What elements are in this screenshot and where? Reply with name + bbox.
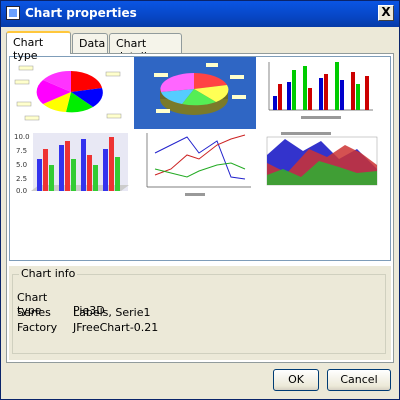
chart-properties-dialog: Chart properties X Chart type Data Chart… [0,0,400,400]
ok-button[interactable]: OK [273,369,319,391]
bar3d-chart-thumbnail: 10.0 7.5 5.0 2.5 0.0 [14,133,129,195]
chart-info-row: Factory JFreeChart-0.21 [17,321,158,334]
cancel-button[interactable]: Cancel [327,369,391,391]
pie-chart-thumbnail [14,65,122,121]
chart-type-list: 10.0 7.5 5.0 2.5 0.0 [9,56,391,261]
chart-info-legend: Chart info [19,267,78,280]
tick-label: 0.0 [16,187,27,195]
factory-key: Factory [17,321,58,334]
tab-data[interactable]: Data [72,33,108,53]
close-button[interactable]: X [378,5,394,21]
tab-chart-type[interactable]: Chart type [6,31,71,62]
series-key: Series [17,306,51,319]
pie3d-chart-thumbnail [154,63,246,115]
bar-chart-thumbnail [268,62,373,119]
tick-label: 7.5 [16,147,27,155]
chart-info-group: Chart info Chart type Pie3D Series Labels,… [12,267,386,354]
tick-label: 10.0 [14,133,30,141]
tab-panel: 10.0 7.5 5.0 2.5 0.0 Chart info Chart ty… [6,53,394,363]
chart-type-pie3d[interactable] [134,57,256,129]
chart-type-area[interactable] [261,129,381,199]
chart-info-row: Series Labels, Serie1 [17,306,151,319]
tick-label: 5.0 [16,161,27,169]
chart-info-panel: Chart info Chart type Pie3D Series Labels,… [9,266,391,360]
chart-type-pie[interactable] [11,58,131,128]
line-chart-thumbnail [146,133,251,196]
chart-type-bar[interactable] [261,58,381,128]
title-bar: Chart properties X [1,1,399,27]
factory-value: JFreeChart-0.21 [73,321,159,334]
chart-type-line[interactable] [135,129,255,199]
chart-type-bar3d[interactable]: 10.0 7.5 5.0 2.5 0.0 [11,129,131,199]
tab-chart-details[interactable]: Chart details [109,33,182,63]
area-chart-thumbnail [266,132,378,186]
app-icon [6,6,20,20]
window-title: Chart properties [25,6,137,20]
tick-label: 2.5 [16,175,27,183]
series-value: Labels, Serie1 [73,306,151,319]
